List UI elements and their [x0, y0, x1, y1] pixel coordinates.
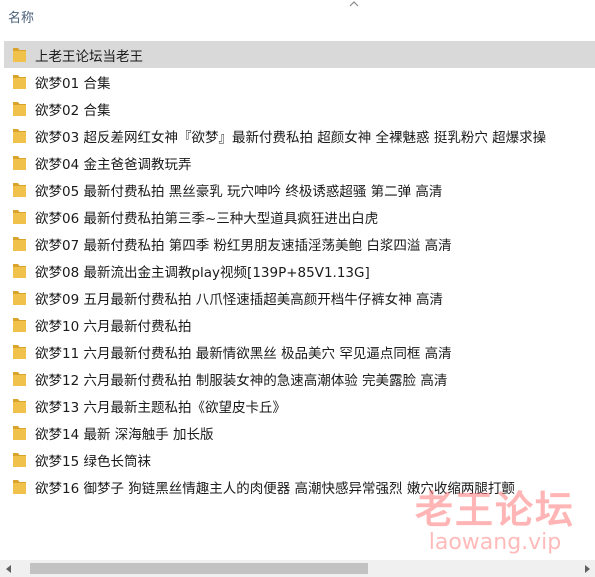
file-name: 欲梦08 最新流出金主调教play视频[139P+85V1.13G]: [35, 264, 370, 281]
folder-icon: [13, 183, 26, 197]
folder-icon: [13, 75, 26, 89]
folder-icon: [13, 48, 26, 62]
file-name: 欲梦03 超反差网红女神『欲梦』最新付费私拍 超颜女神 全裸魅惑 挺乳粉穴 超爆…: [35, 129, 547, 146]
file-list-item[interactable]: 欲梦07 最新付费私拍 第四季 粉红男朋友速插淫荡美鲍 白浆四溢 高清: [0, 230, 595, 257]
file-name: 欲梦12 六月最新付费私拍 制服装女神的急速高潮体验 完美露脸 高清: [35, 372, 448, 389]
file-list-item[interactable]: 欲梦06 最新付费私拍第三季~三种大型道具疯狂进出白虎: [0, 203, 595, 230]
file-list-item[interactable]: 欲梦16 御梦子 狗链黑丝情趣主人的肉便器 高潮快感异常强烈 嫩穴收缩两腿打颤: [0, 473, 595, 500]
file-name: 欲梦02 合集: [35, 102, 111, 119]
folder-icon: [13, 399, 26, 413]
file-list: 上老王论坛当老王 欲梦01 合集 欲梦02 合集欲梦03 超反差网红女神『欲梦』最新…: [0, 41, 595, 500]
folder-icon: [13, 129, 26, 143]
folder-icon: [13, 318, 26, 332]
file-name: 欲梦09 五月最新付费私拍 八爪怪速插超美高颜开档牛仔裤女神 高清: [35, 291, 444, 308]
file-list-item[interactable]: 欲梦12 六月最新付费私拍 制服装女神的急速高潮体验 完美露脸 高清: [0, 365, 595, 392]
file-list-item[interactable]: 欲梦01 合集: [0, 68, 595, 95]
file-name: 欲梦16 御梦子 狗链黑丝情趣主人的肉便器 高潮快感异常强烈 嫩穴收缩两腿打颤: [35, 480, 515, 497]
scroll-right-button[interactable]: [578, 560, 595, 577]
file-list-item[interactable]: 欲梦13 六月最新主题私拍《欲望皮卡丘》: [0, 392, 595, 419]
folder-icon: [13, 156, 26, 170]
folder-icon: [13, 453, 26, 467]
file-list-item[interactable]: 上老王论坛当老王: [4, 41, 595, 68]
scrollbar-thumb[interactable]: [30, 563, 368, 574]
folder-icon: [13, 480, 26, 494]
file-name: 上老王论坛当老王: [35, 48, 143, 65]
watermark-url: laowang.vip: [428, 530, 562, 555]
folder-icon: [13, 237, 26, 251]
folder-icon: [13, 210, 26, 224]
file-name: 欲梦14 最新 深海触手 加长版: [35, 426, 214, 443]
file-list-item[interactable]: 欲梦02 合集: [0, 95, 595, 122]
file-name: 欲梦06 最新付费私拍第三季~三种大型道具疯狂进出白虎: [35, 210, 379, 227]
scroll-left-button[interactable]: [0, 560, 17, 577]
file-name: 欲梦05 最新付费私拍 黑丝豪乳 玩穴呻吟 终极诱惑超骚 第二弹 高清: [35, 183, 443, 200]
folder-icon: [13, 372, 26, 386]
column-header: 名称: [0, 0, 595, 34]
file-name: 欲梦01 合集: [35, 75, 111, 92]
file-list-item[interactable]: 欲梦08 最新流出金主调教play视频[139P+85V1.13G]: [0, 257, 595, 284]
file-list-item[interactable]: 欲梦05 最新付费私拍 黑丝豪乳 玩穴呻吟 终极诱惑超骚 第二弹 高清: [0, 176, 595, 203]
file-list-item[interactable]: 欲梦09 五月最新付费私拍 八爪怪速插超美高颜开档牛仔裤女神 高清: [0, 284, 595, 311]
file-name: 欲梦15 绿色长筒袜: [35, 453, 151, 470]
name-column-header[interactable]: 名称: [8, 7, 34, 26]
file-explorer-window: 名称 上老王论坛当老王 欲梦01 合集 欲梦02 合集欲梦03 超反差网红女神『欲梦…: [0, 0, 595, 577]
file-list-item[interactable]: 欲梦10 六月最新付费私拍: [0, 311, 595, 338]
file-name: 欲梦04 金主爸爸调教玩弄: [35, 156, 192, 173]
scroll-left-arrow-icon: [5, 564, 11, 573]
file-name: 欲梦07 最新付费私拍 第四季 粉红男朋友速插淫荡美鲍 白浆四溢 高清: [35, 237, 452, 254]
folder-icon: [13, 345, 26, 359]
file-name: 欲梦11 六月最新付费私拍 最新情欲黑丝 极品美穴 罕见逼点同框 高清: [35, 345, 452, 362]
file-name: 欲梦10 六月最新付费私拍: [35, 318, 192, 335]
horizontal-scrollbar[interactable]: [0, 560, 595, 577]
file-list-item[interactable]: 欲梦11 六月最新付费私拍 最新情欲黑丝 极品美穴 罕见逼点同框 高清: [0, 338, 595, 365]
sort-up-arrow-icon[interactable]: [349, 0, 359, 8]
folder-icon: [13, 291, 26, 305]
file-list-item[interactable]: 欲梦15 绿色长筒袜: [0, 446, 595, 473]
file-list-item[interactable]: 欲梦03 超反差网红女神『欲梦』最新付费私拍 超颜女神 全裸魅惑 挺乳粉穴 超爆…: [0, 122, 595, 149]
folder-icon: [13, 426, 26, 440]
scroll-right-arrow-icon: [584, 564, 590, 573]
folder-icon: [13, 264, 26, 278]
folder-icon: [13, 102, 26, 116]
file-list-item[interactable]: 欲梦14 最新 深海触手 加长版: [0, 419, 595, 446]
file-name: 欲梦13 六月最新主题私拍《欲望皮卡丘》: [35, 399, 286, 416]
file-list-item[interactable]: 欲梦04 金主爸爸调教玩弄: [0, 149, 595, 176]
